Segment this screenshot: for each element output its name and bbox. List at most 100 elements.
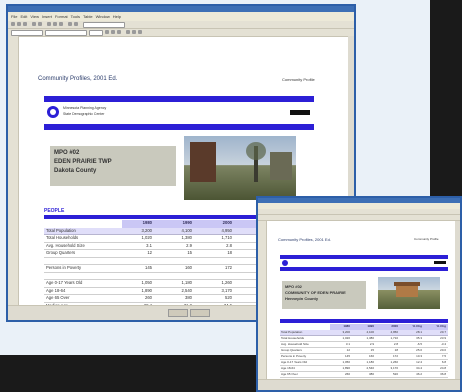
menu-item[interactable]: File [11,14,17,19]
table-cell: Age 0-17 Years Old [281,360,308,364]
table-cell: 1,180 [181,280,192,285]
table-cell: 7.5 [441,354,446,358]
background-dark-panel [430,0,462,200]
report-header-right: Community Profile [282,77,315,82]
cut-icon[interactable] [47,22,51,26]
italic-icon[interactable] [111,30,115,34]
status-bar [258,379,460,390]
paste-icon[interactable] [59,22,63,26]
table-cell: 18 [394,348,398,352]
formatting-toolbar [258,215,460,221]
underline-icon[interactable] [117,30,121,34]
align-right-icon[interactable] [138,30,142,34]
menu-item[interactable]: Edit [20,14,27,19]
table-cell: 15 [370,348,374,352]
menu-item[interactable]: Format [55,14,68,19]
report-header-right: Community Profile [414,237,439,241]
table-cell: 160 [185,265,192,270]
table-cell: Group Quarters [46,250,76,255]
menu-item[interactable]: Tools [71,14,80,19]
table-cell: 520 [225,295,232,300]
table-cell: 260 [344,372,350,376]
table-cell: 2.9 [369,342,374,346]
table-cell: 35.3 [416,336,422,340]
new-icon[interactable] [11,22,15,26]
copy-icon[interactable] [53,22,57,26]
menu-item[interactable]: Table [83,14,93,19]
table-cell: 4,100 [181,227,192,233]
title-line-1: MPO #02 [54,150,80,156]
table-cell: 260 [145,295,152,300]
title-line-3: Dakota County [54,168,97,174]
table-cell: Avg. Household Size [281,342,309,346]
align-left-icon[interactable] [126,30,130,34]
title-line-3: Hennepin County [285,296,319,301]
data-table: 198019902000% Chg% ChgTotal Population3,… [280,324,448,379]
document-page: Community Profiles, 2001 Ed. Community P… [268,223,454,381]
open-icon[interactable] [17,22,21,26]
menu-item[interactable]: View [30,14,39,19]
font-dropdown[interactable] [45,30,87,36]
table-cell: 1,050 [342,360,350,364]
zoom-box[interactable] [83,22,125,28]
menu-item[interactable]: Window [96,14,110,19]
banner-dark-tab [290,110,310,115]
table-cell: Age 18-64 [46,287,66,293]
table-cell: Age 65 Over [281,372,298,376]
table-cell: 1,890 [141,287,152,293]
table-cell: 1,710 [390,336,398,340]
table-cell: 20.0 [440,348,446,352]
table-cell: 28.1 [416,330,422,334]
bold-icon[interactable] [105,30,109,34]
table-cell: 10.3 [416,354,422,358]
table-cell: 1,020 [342,336,350,340]
table-cell: 2.8 [393,342,398,346]
menu-item[interactable]: Insert [42,14,52,19]
community-photo [378,277,440,309]
table-cell: 12 [346,348,350,352]
table-cell: 46.2 [416,372,422,376]
align-center-icon[interactable] [132,30,136,34]
redo-icon[interactable] [74,22,78,26]
table-cell: Age 18-64 [281,366,295,370]
table-row-divider [280,377,448,378]
table-cell: Total Population [46,227,76,233]
seal-icon [47,106,59,118]
blue-banner-bottom [280,267,448,271]
secondary-document-window[interactable]: Community Profiles, 2001 Ed. Community P… [256,196,462,392]
report-logo: Community Profiles, 2001 Ed. [38,76,118,82]
preview-icon[interactable] [38,22,42,26]
table-cell: 160 [368,354,374,358]
menu-bar: File Edit View Insert Format Tools Table Window… [8,12,354,21]
menu-item[interactable]: Help [113,14,121,19]
table-cell: 3,170 [390,366,398,370]
table-cell: 15 [187,250,192,255]
table-cell: 3.1 [146,242,152,248]
table-cell: Group Quarters [281,348,302,352]
undo-icon[interactable] [68,22,72,26]
table-cell: Age 0-17 Years Old [46,280,83,285]
table-cell: 3.1 [345,342,350,346]
table-cell: 23.9 [440,336,446,340]
table-cell: Total Households [281,336,305,340]
save-icon[interactable] [23,22,27,26]
table-cell: 145 [344,354,350,358]
banner-panel: Minnesota Planning Agency State Demograp… [44,102,314,124]
vertical-scrollbar[interactable] [455,221,460,381]
table-cell: 20.7 [440,330,446,334]
table-cell: 1,710 [221,235,232,240]
table-cell: 3,200 [342,330,350,334]
table-cell: 2,540 [366,366,374,370]
table-cell: 2.9 [186,242,192,248]
standard-toolbar [8,21,354,29]
print-icon[interactable] [32,22,36,26]
title-box: MPO #02 COMMUNITY OF EDEN PRAIRIE Hennep… [282,281,366,309]
table-cell: 24.8 [440,366,446,370]
table-cell: 12 [147,250,152,255]
blue-banner-bottom [44,124,314,130]
table-cell: 1,050 [141,280,152,285]
formatting-toolbar [8,29,354,37]
section-rule [280,319,448,323]
table-cell: 25.0 [416,348,422,352]
font-size-dropdown[interactable] [89,30,103,36]
